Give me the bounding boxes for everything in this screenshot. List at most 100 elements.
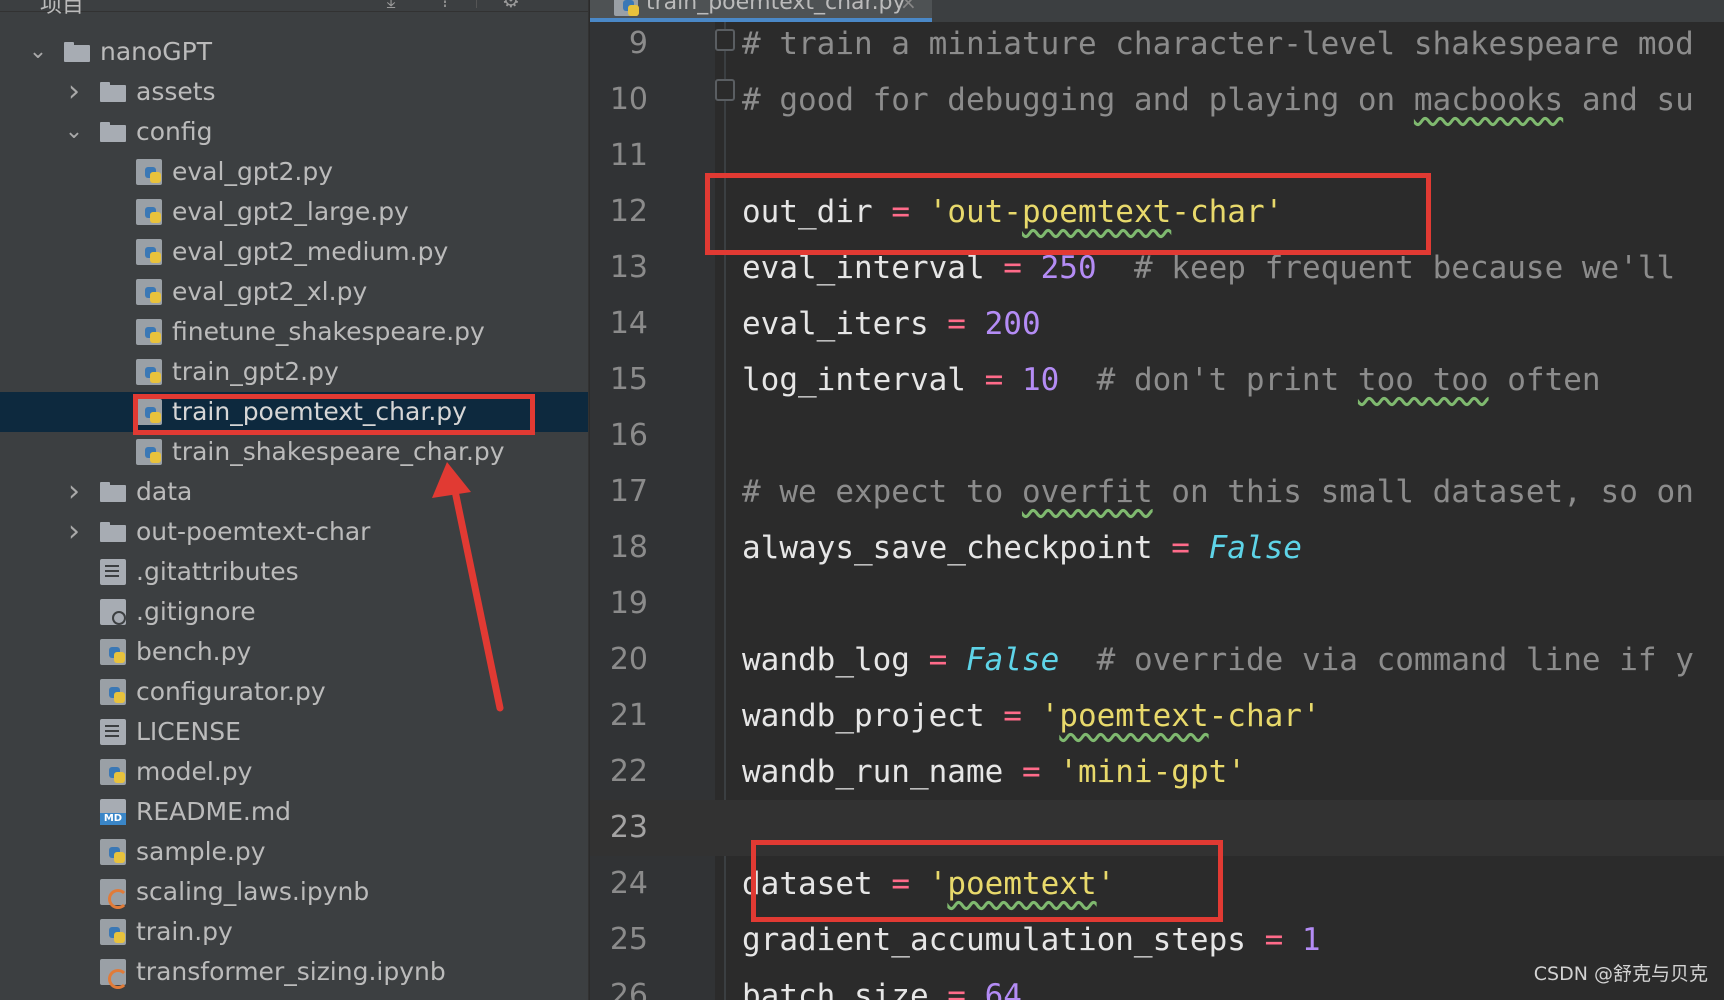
code-line[interactable]: 14 eval_iters = 200: [590, 296, 1724, 352]
tree-item[interactable]: eval_gpt2.py: [0, 152, 588, 192]
tree-item-label: scaling_laws.ipynb: [136, 877, 370, 906]
code-line[interactable]: 17 # we expect to overfit on this small d…: [590, 464, 1724, 520]
tree-item-label: train_gpt2.py: [172, 357, 339, 386]
notebook-file-icon: [100, 879, 128, 909]
code-line[interactable]: 21 wandb_project = 'poemtext-char': [590, 688, 1724, 744]
header-divider: [476, 0, 477, 8]
code-text: # good for debugging and playing on macb…: [742, 72, 1694, 128]
chevron-right-icon[interactable]: ›: [64, 472, 84, 512]
code-token: always_save_checkpoint: [742, 530, 1153, 566]
tree-item[interactable]: transformer_sizing.ipynb: [0, 952, 588, 992]
tree-item[interactable]: eval_gpt2_xl.py: [0, 272, 588, 312]
code-text: eval_iters = 200: [742, 296, 1041, 352]
tree-item-label: train_shakespeare_char.py: [172, 437, 505, 466]
tree-item-label: README.md: [136, 797, 292, 826]
chevron-right-icon[interactable]: ›: [64, 72, 84, 112]
close-tab-icon[interactable]: ×: [900, 0, 917, 14]
chevron-down-icon[interactable]: ⌄: [28, 32, 48, 72]
project-panel-title: 项目: [40, 0, 85, 18]
code-token: =: [928, 306, 985, 342]
tree-item[interactable]: model.py: [0, 752, 588, 792]
code-token: False: [965, 642, 1060, 678]
fold-marker-icon[interactable]: [715, 79, 735, 101]
line-number: 24: [609, 866, 648, 901]
python-file-icon: [136, 319, 162, 345]
code-line[interactable]: 20 wandb_log = False # override via comma…: [590, 632, 1724, 688]
code-text: always_save_checkpoint = False: [742, 520, 1302, 576]
code-line[interactable]: 19: [590, 576, 1724, 632]
tree-item-label: .gitattributes: [136, 557, 299, 586]
tree-item-label: sample.py: [136, 837, 266, 866]
line-number: 25: [609, 922, 648, 957]
project-panel: 项目 ⤓ ⇡ ⚙ ⌄ nanoGPT › assets ⌄ config eval_gpt2…: [0, 0, 588, 1000]
folder-icon: [100, 79, 126, 105]
code-token: # train a miniature character-level shak…: [742, 26, 1694, 62]
tree-item[interactable]: scaling_laws.ipynb: [0, 872, 588, 912]
code-token: 64: [984, 978, 1022, 1000]
folder-icon: [100, 119, 126, 145]
code-token: batch_size: [742, 978, 929, 1000]
code-token: too too: [1357, 362, 1489, 398]
line-number: 9: [628, 26, 648, 61]
code-line[interactable]: 22 wandb_run_name = 'mini-gpt': [590, 744, 1724, 800]
code-line[interactable]: 15 log_interval = 10 # don't print too to…: [590, 352, 1724, 408]
code-token: =: [984, 698, 1041, 734]
code-token: =: [1245, 922, 1302, 958]
scroll-from-source-icon[interactable]: ⇡: [434, 0, 456, 10]
tree-item[interactable]: .gitattributes: [0, 552, 588, 592]
code-line[interactable]: 18 always_save_checkpoint = False: [590, 520, 1724, 576]
code-token: 250: [1040, 250, 1097, 286]
code-line[interactable]: 10 # good for debugging and playing on ma…: [590, 72, 1724, 128]
code-token: False: [1208, 530, 1302, 566]
tree-item-label: transformer_sizing.ipynb: [136, 957, 446, 986]
code-token: gradient_accumulation_steps: [742, 922, 1246, 958]
python-file-icon: [136, 159, 162, 185]
line-number: 19: [609, 586, 648, 621]
tree-item[interactable]: train_gpt2.py: [0, 352, 588, 392]
tree-item[interactable]: LICENSE: [0, 712, 588, 752]
python-file-icon: [100, 679, 126, 705]
tree-item-label: .gitignore: [136, 597, 256, 626]
tree-item[interactable]: bench.py: [0, 632, 588, 672]
tree-item[interactable]: train.py: [0, 912, 588, 952]
code-line[interactable]: 9 # train a miniature character-level sha…: [590, 16, 1724, 72]
tree-item[interactable]: README.md: [0, 792, 588, 832]
tree-item[interactable]: › out-poemtext-char: [0, 512, 588, 552]
tree-item[interactable]: train_shakespeare_char.py: [0, 432, 588, 472]
line-number: 14: [609, 306, 648, 341]
code-token: on this small dataset, so on: [1152, 474, 1694, 510]
line-number: 12: [609, 194, 648, 229]
tree-item[interactable]: configurator.py: [0, 672, 588, 712]
code-token: 10: [1021, 362, 1060, 398]
tree-item-label: assets: [136, 77, 216, 106]
code-token: 200: [984, 306, 1041, 342]
tree-item[interactable]: finetune_shakespeare.py: [0, 312, 588, 352]
tree-item[interactable]: › assets: [0, 72, 588, 112]
fold-marker-icon[interactable]: [715, 29, 735, 51]
code-token: eval_iters: [742, 306, 929, 342]
tree-item[interactable]: .gitignore: [0, 592, 588, 632]
tree-item[interactable]: sample.py: [0, 832, 588, 872]
code-text: log_interval = 10 # don't print too too …: [742, 352, 1601, 408]
python-file-icon: [136, 239, 162, 265]
code-token: often: [1488, 362, 1601, 398]
python-file-icon: [100, 919, 126, 945]
line-number: 17: [609, 474, 648, 509]
gear-icon[interactable]: ⚙: [500, 0, 522, 10]
highlight-box-dataset: [751, 840, 1223, 922]
tree-item[interactable]: › data: [0, 472, 588, 512]
tree-item[interactable]: ⌄ config: [0, 112, 588, 152]
code-token: =: [984, 250, 1041, 286]
tree-item[interactable]: eval_gpt2_large.py: [0, 192, 588, 232]
tree-item[interactable]: eval_gpt2_medium.py: [0, 232, 588, 272]
collapse-all-icon[interactable]: ⤓: [380, 0, 402, 10]
tree-item[interactable]: ⌄ nanoGPT: [0, 32, 588, 72]
code-token: # don't print: [1059, 362, 1358, 398]
notebook-file-icon: [100, 959, 128, 989]
project-panel-header: 项目 ⤓ ⇡ ⚙: [0, 0, 588, 18]
code-token: wandb_run_name: [742, 754, 1004, 790]
chevron-down-icon[interactable]: ⌄: [64, 112, 84, 152]
chevron-right-icon[interactable]: ›: [64, 512, 84, 552]
python-file-icon: [136, 439, 162, 465]
code-line[interactable]: 16: [590, 408, 1724, 464]
